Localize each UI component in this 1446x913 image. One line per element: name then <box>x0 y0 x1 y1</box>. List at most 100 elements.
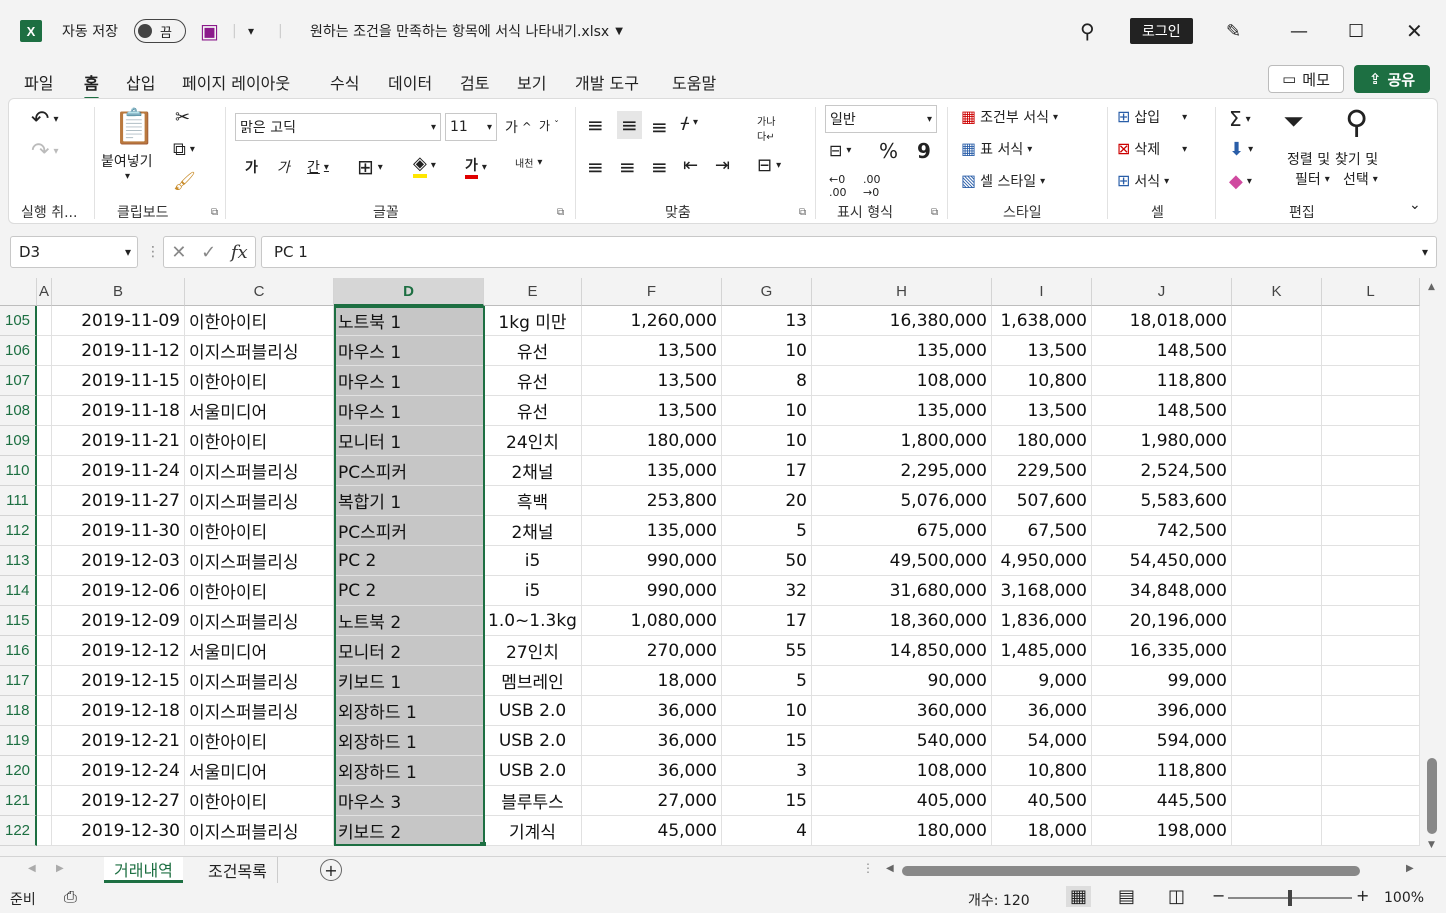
increase-decimal-icon[interactable]: ←0.00 <box>829 173 847 199</box>
table-cell[interactable]: 블루투스 <box>484 786 582 816</box>
row-header[interactable]: 119 <box>0 726 37 756</box>
table-cell[interactable]: 2019-11-12 <box>52 336 185 366</box>
table-cell[interactable] <box>37 486 52 516</box>
table-cell[interactable]: 복합기 1 <box>334 486 484 516</box>
autosave-toggle[interactable]: 끔 <box>134 0 186 62</box>
table-cell[interactable]: 마우스 1 <box>334 336 484 366</box>
column-header-i[interactable]: I <box>992 278 1092 306</box>
row-header[interactable]: 114 <box>0 576 37 606</box>
table-cell[interactable]: 2채널 <box>484 456 582 486</box>
table-cell[interactable]: 이한아이티 <box>185 786 334 816</box>
table-cell[interactable]: 507,600 <box>992 486 1092 516</box>
table-cell[interactable]: 유선 <box>484 366 582 396</box>
fill-icon[interactable]: ⬇ ▾ <box>1229 139 1253 160</box>
zoom-level[interactable]: 100% <box>1384 890 1424 906</box>
table-cell[interactable]: 2019-12-12 <box>52 636 185 666</box>
count-status[interactable]: 개수: 120 <box>968 890 1030 910</box>
table-cell[interactable]: 모니터 2 <box>334 636 484 666</box>
table-cell[interactable] <box>37 546 52 576</box>
paste-button[interactable]: 붙여넣기 <box>101 151 153 171</box>
number-launcher-icon[interactable]: ⧉ <box>931 207 938 218</box>
table-cell[interactable]: 2,295,000 <box>812 456 992 486</box>
table-cell[interactable] <box>1322 306 1420 336</box>
table-cell[interactable]: 13,500 <box>582 366 722 396</box>
table-cell[interactable]: 모니터 1 <box>334 426 484 456</box>
tab-file[interactable]: 파일 <box>24 70 53 94</box>
table-cell[interactable] <box>1322 456 1420 486</box>
table-cell[interactable]: 15 <box>722 726 812 756</box>
table-cell[interactable] <box>1232 786 1322 816</box>
table-cell[interactable]: 2019-12-15 <box>52 666 185 696</box>
table-cell[interactable]: 540,000 <box>812 726 992 756</box>
table-cell[interactable] <box>37 336 52 366</box>
table-cell[interactable] <box>1322 666 1420 696</box>
percent-button[interactable]: % <box>879 139 898 163</box>
table-cell[interactable]: 이지스퍼블리싱 <box>185 486 334 516</box>
align-left-icon[interactable]: ≡ <box>587 155 604 179</box>
vertical-scrollbar[interactable]: ▲ ▼ <box>1420 278 1446 858</box>
column-header-e[interactable]: E <box>484 278 582 306</box>
table-cell[interactable]: 이한아이티 <box>185 366 334 396</box>
select-all-corner[interactable] <box>0 278 37 306</box>
normal-view-icon[interactable]: ▦ <box>1066 886 1092 907</box>
table-cell[interactable] <box>37 456 52 486</box>
table-cell[interactable]: 36,000 <box>582 696 722 726</box>
column-header-k[interactable]: K <box>1232 278 1322 306</box>
table-cell[interactable]: 이지스퍼블리싱 <box>185 696 334 726</box>
table-cell[interactable]: PC스피커 <box>334 456 484 486</box>
table-cell[interactable] <box>1232 666 1322 696</box>
table-cell[interactable]: 180,000 <box>992 426 1092 456</box>
row-header[interactable]: 111 <box>0 486 37 516</box>
login-button[interactable]: 로그인 <box>1130 0 1193 62</box>
table-cell[interactable] <box>1322 606 1420 636</box>
table-cell[interactable]: 10 <box>722 696 812 726</box>
tab-formulas[interactable]: 수식 <box>330 70 359 94</box>
table-cell[interactable]: 외장하드 1 <box>334 726 484 756</box>
shrink-font-button[interactable]: 가ˇ <box>539 117 559 134</box>
table-cell[interactable] <box>1322 366 1420 396</box>
table-cell[interactable] <box>1322 726 1420 756</box>
table-cell[interactable] <box>1232 756 1322 786</box>
number-format-select[interactable]: 일반 ▾ <box>825 105 937 133</box>
underline-button[interactable]: 간 ▾ <box>307 157 329 177</box>
insert-function-icon[interactable]: fx <box>231 242 248 263</box>
clear-icon[interactable]: ◆ ▾ <box>1229 171 1252 192</box>
table-cell[interactable]: 32 <box>722 576 812 606</box>
table-cell[interactable] <box>1322 426 1420 456</box>
table-cell[interactable]: i5 <box>484 576 582 606</box>
table-cell[interactable]: 키보드 2 <box>334 816 484 846</box>
scroll-right-icon[interactable]: ▶ <box>1406 863 1414 874</box>
align-bottom-icon[interactable]: ≡ <box>651 115 668 139</box>
table-cell[interactable]: 20 <box>722 486 812 516</box>
table-cell[interactable]: 135,000 <box>812 336 992 366</box>
table-cell[interactable]: 3,168,000 <box>992 576 1092 606</box>
table-cell[interactable]: 1,260,000 <box>582 306 722 336</box>
table-cell[interactable]: 이한아이티 <box>185 426 334 456</box>
table-cell[interactable]: 10 <box>722 396 812 426</box>
column-header-j[interactable]: J <box>1092 278 1232 306</box>
merge-center-icon[interactable]: ⊟ ▾ <box>757 155 781 176</box>
table-cell[interactable]: 13 <box>722 306 812 336</box>
table-cell[interactable]: 이지스퍼블리싱 <box>185 606 334 636</box>
table-cell[interactable]: 2019-12-03 <box>52 546 185 576</box>
table-cell[interactable]: 8 <box>722 366 812 396</box>
table-cell[interactable]: 17 <box>722 456 812 486</box>
table-cell[interactable]: 24인치 <box>484 426 582 456</box>
column-header-h[interactable]: H <box>812 278 992 306</box>
document-title[interactable]: 원하는 조건을 만족하는 항목에 서식 나타내기.xlsx ▼ <box>310 0 623 62</box>
cell-styles-button[interactable]: ▧ 셀 스타일 ▾ <box>961 171 1045 191</box>
table-cell[interactable] <box>1232 306 1322 336</box>
table-cell[interactable]: 31,680,000 <box>812 576 992 606</box>
table-cell[interactable]: 2019-12-30 <box>52 816 185 846</box>
insert-cells-button[interactable]: ⊞ 삽입 ▾ <box>1117 107 1187 127</box>
align-center-icon[interactable]: ≡ <box>619 155 636 179</box>
table-cell[interactable] <box>1232 336 1322 366</box>
column-header-b[interactable]: B <box>52 278 185 306</box>
table-cell[interactable]: 990,000 <box>582 576 722 606</box>
table-cell[interactable]: 675,000 <box>812 516 992 546</box>
table-cell[interactable] <box>37 396 52 426</box>
tab-split-icon[interactable]: ⋮ <box>862 861 874 875</box>
row-header[interactable]: 112 <box>0 516 37 546</box>
table-cell[interactable]: 1,800,000 <box>812 426 992 456</box>
row-header[interactable]: 106 <box>0 336 37 366</box>
